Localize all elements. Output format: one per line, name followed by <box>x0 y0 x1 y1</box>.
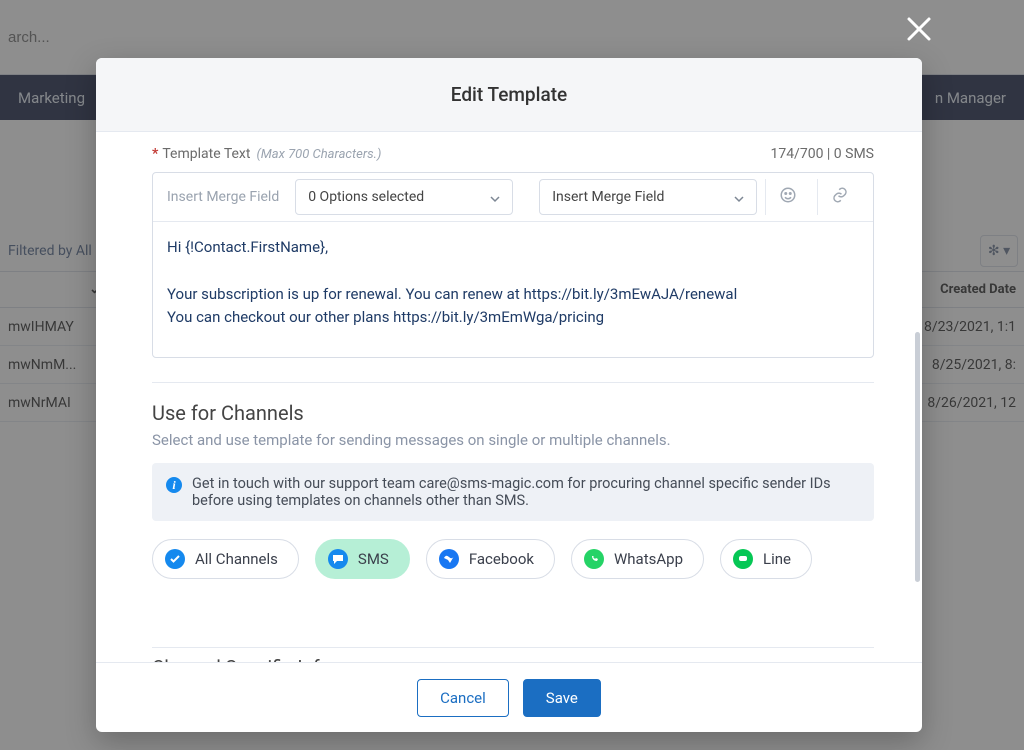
divider <box>152 382 874 383</box>
field-label: Template Text <box>162 146 250 162</box>
next-section-title-partial: Channel Specific Info <box>152 656 874 662</box>
line-icon <box>733 549 753 569</box>
modal-title: Edit Template <box>96 58 922 132</box>
channel-all[interactable]: All Channels <box>152 539 299 579</box>
scrollbar[interactable] <box>915 332 920 582</box>
merge-field-label: Insert Merge Field <box>159 189 287 205</box>
template-textarea[interactable]: Hi {!Contact.FirstName}, Your subscripti… <box>153 222 873 357</box>
info-text: Get in touch with our support team care@… <box>192 475 860 509</box>
options-selected-dropdown[interactable]: 0 Options selected <box>295 179 513 215</box>
channel-whatsapp[interactable]: WhatsApp <box>571 539 704 579</box>
dropdown-value: Insert Merge Field <box>552 189 664 205</box>
check-icon <box>165 549 185 569</box>
chip-label: All Channels <box>195 550 278 568</box>
template-editor: Insert Merge Field 0 Options selected In… <box>152 172 874 358</box>
channel-sms[interactable]: SMS <box>315 539 410 579</box>
field-hint: (Max 700 Characters.) <box>256 147 381 162</box>
chip-label: WhatsApp <box>614 550 683 568</box>
chip-label: Line <box>763 550 791 568</box>
link-icon <box>831 186 849 208</box>
emoji-icon <box>779 186 797 208</box>
chevron-down-icon <box>734 192 744 202</box>
channel-line[interactable]: Line <box>720 539 812 579</box>
emoji-button[interactable] <box>765 179 809 215</box>
char-counter: 174/700 | 0 SMS <box>770 146 874 162</box>
close-icon[interactable] <box>904 14 934 44</box>
channels-subtitle: Select and use template for sending mess… <box>152 431 874 449</box>
channel-facebook[interactable]: Facebook <box>426 539 555 579</box>
facebook-icon <box>439 549 459 569</box>
sms-icon <box>328 549 348 569</box>
divider <box>152 647 874 648</box>
cancel-button[interactable]: Cancel <box>417 679 509 717</box>
editor-toolbar: Insert Merge Field 0 Options selected In… <box>153 173 873 222</box>
link-button[interactable] <box>817 179 861 215</box>
chevron-down-icon <box>490 192 500 202</box>
modal-footer: Cancel Save <box>96 662 922 732</box>
edit-template-modal: Edit Template * Template Text (Max 700 C… <box>96 58 922 732</box>
modal-body: * Template Text (Max 700 Characters.) 17… <box>96 132 922 662</box>
channels-title: Use for Channels <box>152 401 874 425</box>
chip-label: Facebook <box>469 550 534 568</box>
template-text-header: * Template Text (Max 700 Characters.) 17… <box>152 146 874 162</box>
chip-label: SMS <box>358 550 389 568</box>
dropdown-value: 0 Options selected <box>308 189 424 205</box>
insert-merge-field-dropdown[interactable]: Insert Merge Field <box>539 179 757 215</box>
channels-info-box: i Get in touch with our support team car… <box>152 463 874 521</box>
whatsapp-icon <box>584 549 604 569</box>
save-button[interactable]: Save <box>523 679 601 717</box>
required-mark: * <box>152 146 158 162</box>
info-icon: i <box>166 477 182 493</box>
channel-chip-row: All Channels SMS Facebook WhatsApp <box>152 539 874 579</box>
